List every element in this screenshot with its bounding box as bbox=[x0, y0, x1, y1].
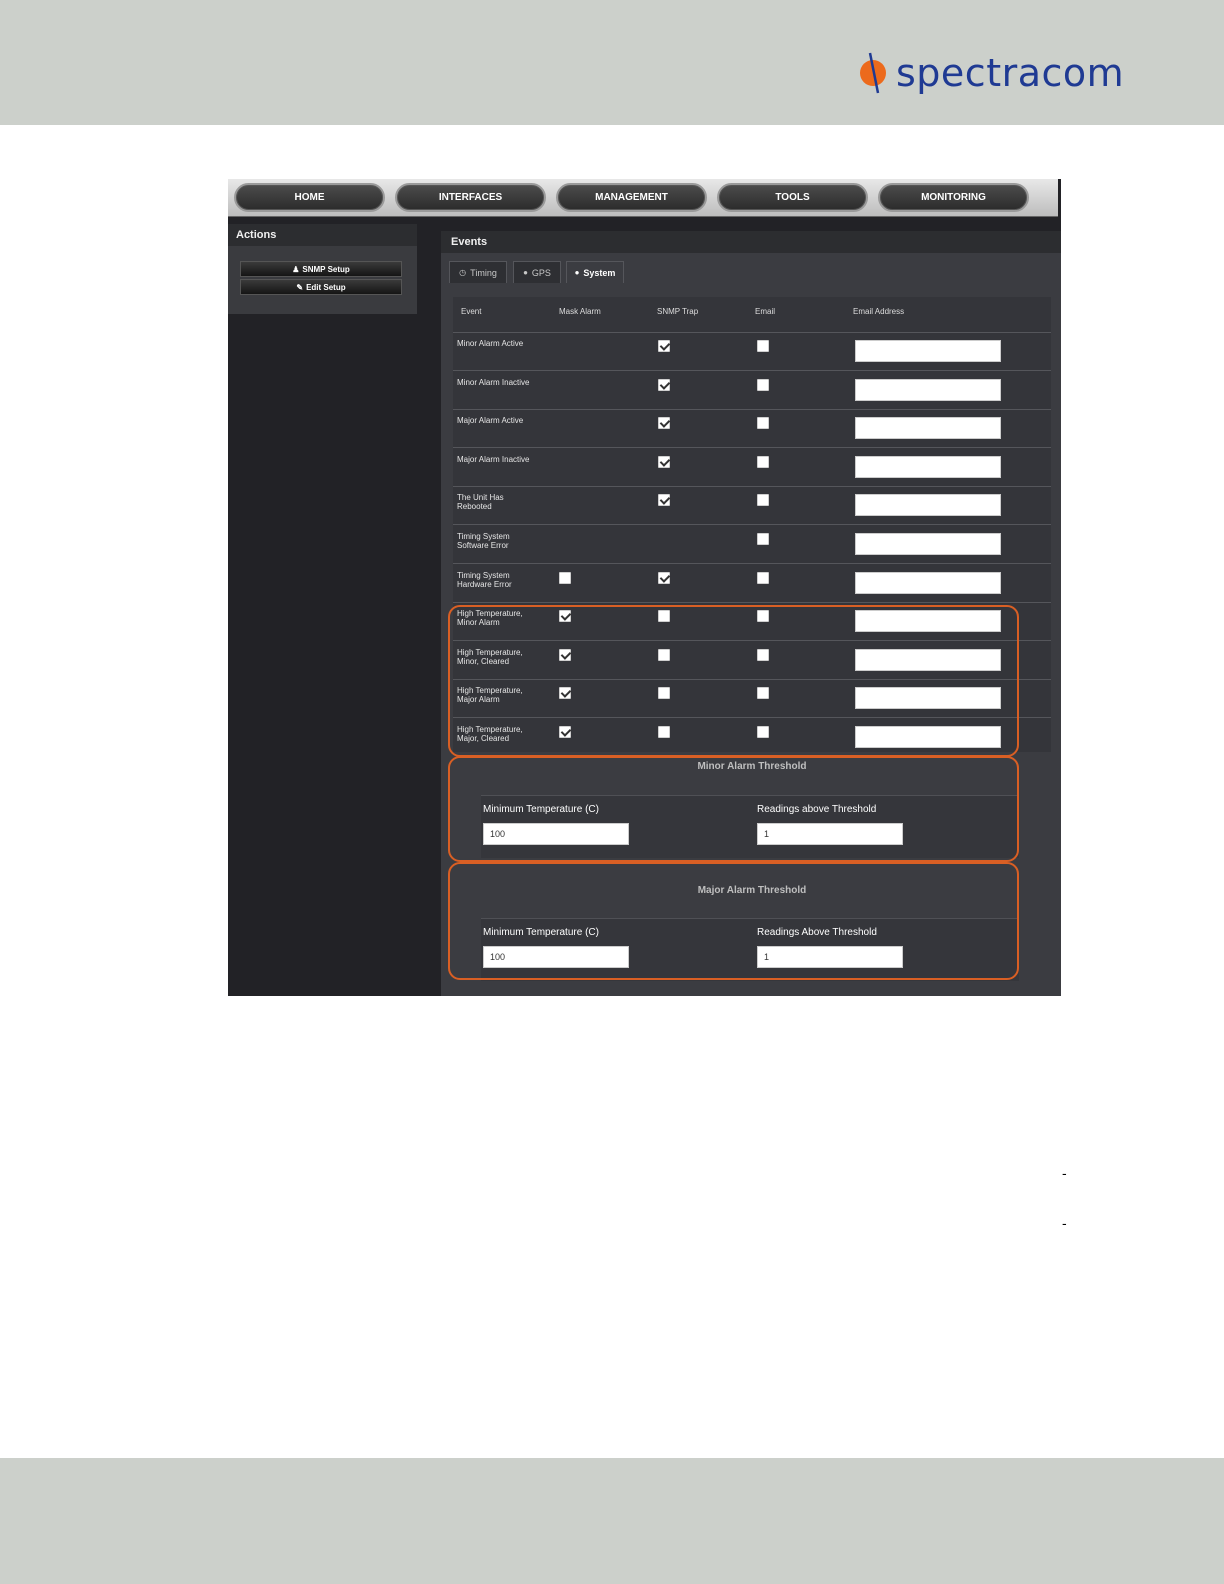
page-mark: - bbox=[1062, 1215, 1067, 1231]
table-header: Event Mask Alarm SNMP Trap Email Email A… bbox=[453, 297, 1051, 333]
snmp-checkbox[interactable] bbox=[658, 378, 670, 391]
table-row: Minor Alarm Active bbox=[453, 333, 1051, 371]
email-address-input[interactable] bbox=[855, 494, 1001, 517]
clock-icon: ◷ bbox=[459, 268, 467, 277]
tab-gps-label: GPS bbox=[531, 267, 551, 278]
event-name: Major Alarm Active bbox=[457, 416, 524, 426]
snmp-setup-button[interactable]: ♟ SNMP Setup bbox=[240, 261, 402, 277]
snmp-checkbox[interactable] bbox=[658, 417, 670, 430]
nav-home[interactable]: HOME bbox=[234, 183, 385, 212]
email-checkbox[interactable] bbox=[757, 533, 769, 545]
tab-timing[interactable]: ◷ Timing bbox=[449, 261, 507, 283]
email-address-input[interactable] bbox=[855, 533, 1001, 555]
minor-threshold-highlight bbox=[448, 756, 1019, 862]
edit-setup-button[interactable]: ✎ Edit Setup bbox=[240, 279, 402, 295]
major-threshold-highlight bbox=[448, 862, 1019, 980]
user-icon: ♟ bbox=[292, 264, 300, 274]
top-nav: HOME INTERFACES MANAGEMENT TOOLS MONITOR… bbox=[228, 179, 1058, 217]
col-mask-alarm: Mask Alarm bbox=[559, 307, 601, 316]
col-snmp-trap: SNMP Trap bbox=[657, 307, 699, 316]
email-address-input[interactable] bbox=[855, 571, 1001, 594]
email-checkbox[interactable] bbox=[757, 455, 769, 468]
event-name: Major Alarm Inactive bbox=[457, 454, 530, 464]
actions-panel: Actions ♟ SNMP Setup ✎ Edit Setup bbox=[228, 224, 417, 314]
event-name: Timing System Software Error bbox=[457, 532, 510, 550]
event-name: The Unit Has Rebooted bbox=[457, 493, 504, 512]
page-mark: - bbox=[1062, 1165, 1067, 1181]
table-row: Major Alarm Inactive bbox=[453, 449, 1051, 487]
actions-title: Actions bbox=[228, 224, 417, 246]
tab-system[interactable]: ● System bbox=[566, 261, 624, 283]
table-row: Minor Alarm Inactive bbox=[453, 372, 1051, 410]
spectracom-logo: spectracom bbox=[858, 48, 1124, 98]
event-name: Minor Alarm Inactive bbox=[457, 377, 530, 387]
table-row: Major Alarm Active bbox=[453, 410, 1051, 449]
event-name: Timing System Hardware Error bbox=[457, 570, 512, 589]
logo-text: spectracom bbox=[896, 51, 1125, 95]
nav-interfaces[interactable]: INTERFACES bbox=[395, 183, 546, 212]
events-title: Events bbox=[441, 231, 1061, 253]
snmp-checkbox[interactable] bbox=[658, 494, 670, 507]
email-checkbox[interactable] bbox=[757, 417, 769, 430]
table-row: Timing System Hardware Error bbox=[453, 565, 1051, 603]
edit-icon: ✎ bbox=[296, 282, 304, 292]
email-checkbox[interactable] bbox=[757, 571, 769, 584]
table-row: Timing System Software Error bbox=[453, 526, 1051, 564]
event-name: Minor Alarm Active bbox=[457, 339, 524, 348]
email-address-input[interactable] bbox=[855, 455, 1001, 478]
nav-management[interactable]: MANAGEMENT bbox=[556, 183, 707, 212]
tab-gps[interactable]: ● GPS bbox=[513, 261, 561, 283]
logo-mark-icon bbox=[858, 51, 892, 95]
nav-tools[interactable]: TOOLS bbox=[717, 183, 868, 212]
col-email: Email bbox=[755, 307, 776, 316]
email-address-input[interactable] bbox=[855, 378, 1001, 401]
email-address-input[interactable] bbox=[855, 417, 1001, 440]
mask-checkbox[interactable] bbox=[559, 571, 571, 584]
snmp-setup-label: SNMP Setup bbox=[302, 264, 350, 274]
snmp-checkbox[interactable] bbox=[658, 455, 670, 468]
globe-icon: ● bbox=[523, 268, 528, 277]
globe-icon: ● bbox=[574, 268, 580, 277]
nav-monitoring[interactable]: MONITORING bbox=[878, 183, 1029, 212]
email-checkbox[interactable] bbox=[757, 340, 769, 352]
col-event: Event bbox=[461, 307, 482, 316]
tab-timing-label: Timing bbox=[470, 267, 497, 278]
email-checkbox[interactable] bbox=[757, 378, 769, 391]
edit-setup-label: Edit Setup bbox=[306, 282, 346, 292]
footer-band bbox=[0, 1458, 1224, 1584]
table-row: The Unit Has Rebooted bbox=[453, 487, 1051, 526]
email-address-input[interactable] bbox=[855, 340, 1001, 362]
snmp-checkbox[interactable] bbox=[658, 340, 670, 352]
tab-system-label: System bbox=[583, 267, 616, 278]
high-temp-rows-highlight bbox=[448, 605, 1019, 757]
snmp-checkbox[interactable] bbox=[658, 571, 670, 584]
email-checkbox[interactable] bbox=[757, 494, 769, 507]
col-email-address: Email Address bbox=[853, 307, 905, 316]
